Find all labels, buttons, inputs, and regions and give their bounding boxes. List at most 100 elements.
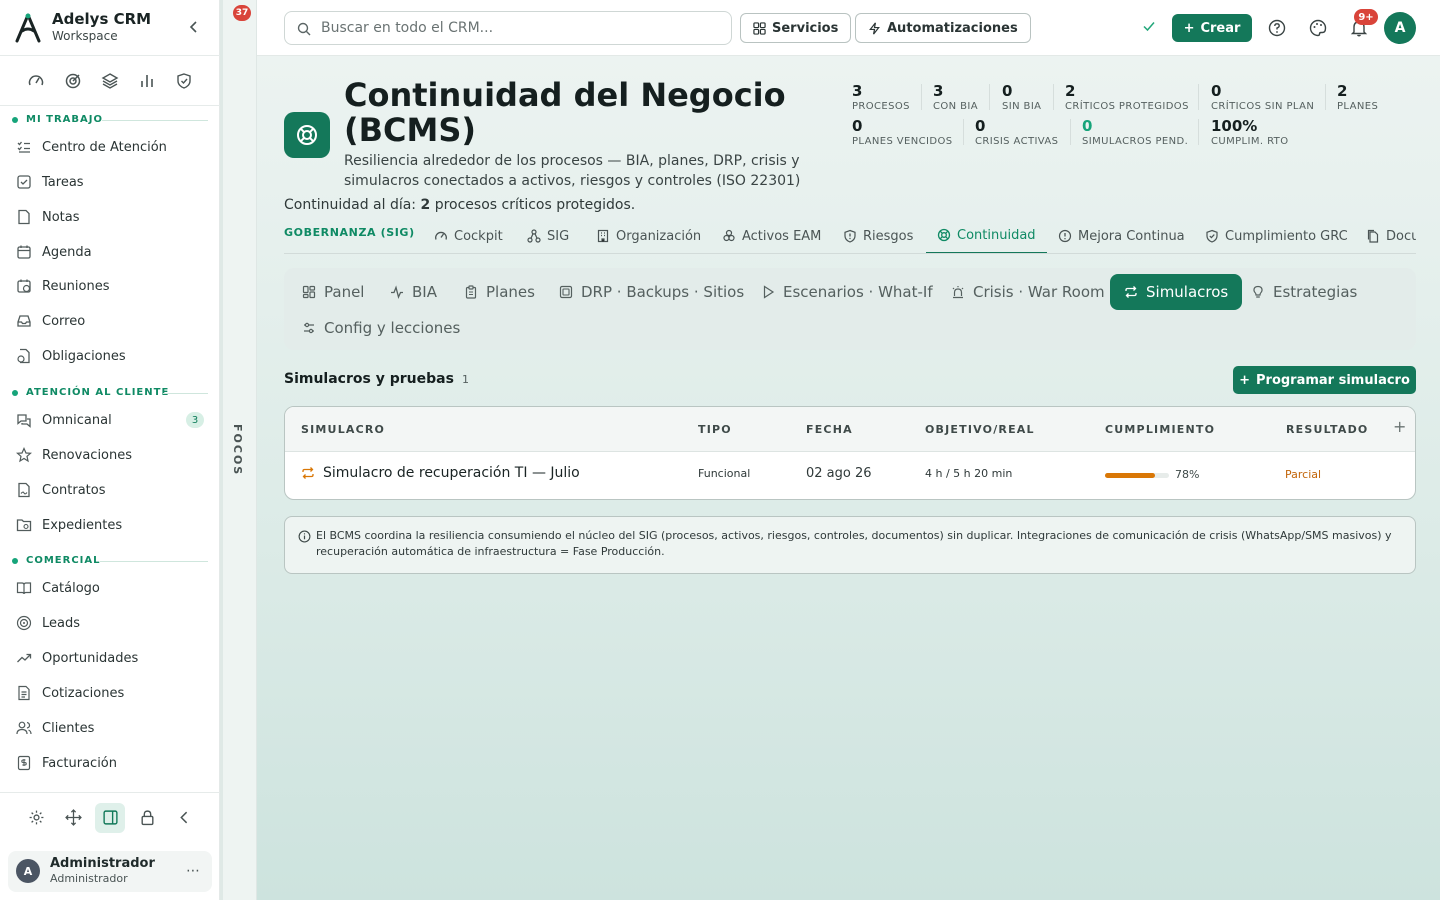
services-button[interactable]: Servicios	[740, 13, 852, 43]
sidebar-item-oportunidades[interactable]: Oportunidades	[16, 644, 208, 672]
calendar-clock-icon	[16, 278, 32, 294]
gauge-icon[interactable]	[26, 71, 46, 91]
sidebar-item-leads[interactable]: Leads	[16, 609, 208, 637]
sidebar-item-obligaciones[interactable]: Obligaciones	[16, 342, 208, 370]
tab-cockpit[interactable]: Cockpit	[434, 218, 503, 253]
avatar: A	[16, 859, 40, 883]
sidebar-item-cotizaciones[interactable]: Cotizaciones	[16, 679, 208, 707]
tab-activos-eam[interactable]: Activos EAM	[722, 218, 821, 253]
collapse-sidebar-icon[interactable]	[186, 19, 202, 35]
life-buoy-icon	[937, 228, 951, 242]
tab-mejora-continua[interactable]: Mejora Continua	[1058, 218, 1185, 253]
subtab-escenarios[interactable]: Escenarios · What-If	[747, 274, 947, 310]
tab-documentos[interactable]: Docu	[1366, 218, 1416, 253]
focos-badge: 37	[233, 5, 251, 21]
activity-icon	[390, 285, 404, 299]
table-header: SIMULACRO TIPO FECHA OBJETIVO/REAL CUMPL…	[285, 407, 1415, 452]
plus-icon: +	[1239, 372, 1250, 388]
subtab-crisis[interactable]: Crisis · War Room	[937, 274, 1119, 310]
brand-subtitle: Workspace	[52, 29, 118, 43]
subtab-panel[interactable]: Panel	[288, 274, 378, 310]
column-header[interactable]: FECHA	[806, 423, 853, 436]
section-divider	[100, 561, 208, 562]
sidebar-item-correo[interactable]: Correo	[16, 307, 208, 335]
lock-icon[interactable]	[132, 803, 162, 833]
settings-icon[interactable]	[21, 803, 51, 833]
search-input[interactable]	[321, 17, 721, 39]
sidebar-item-expedientes[interactable]: Expedientes	[16, 511, 208, 539]
panel-layout-icon[interactable]	[95, 802, 125, 833]
column-header[interactable]: TIPO	[698, 423, 732, 436]
kpi-sin-bia: 0 SIN BIA	[1002, 82, 1042, 112]
focos-rail[interactable]: 37 FOCOS	[220, 0, 257, 900]
move-icon[interactable]	[58, 803, 88, 833]
sidebar-item-agenda[interactable]: Agenda	[16, 238, 208, 266]
add-column-icon[interactable]: +	[1393, 417, 1406, 436]
subtab-planes[interactable]: Planes	[450, 274, 549, 310]
sidebar-item-tareas[interactable]: Tareas	[16, 168, 208, 196]
section-divider	[102, 120, 208, 121]
kpi-crisis-activas: 0 CRISIS ACTIVAS	[975, 117, 1059, 147]
star-icon	[16, 447, 32, 463]
sidebar-item-clientes[interactable]: Clientes	[16, 714, 208, 742]
create-button[interactable]: + Crear	[1172, 14, 1252, 42]
bar-chart-icon[interactable]	[137, 71, 157, 91]
more-options-icon[interactable]: ⋯	[186, 863, 200, 879]
tab-riesgos[interactable]: Riesgos	[843, 218, 913, 253]
grid-icon	[302, 285, 316, 299]
column-header[interactable]: RESULTADO	[1286, 423, 1368, 436]
sidebar-item-notas[interactable]: Notas	[16, 203, 208, 231]
user-name: Administrador	[50, 856, 155, 871]
tab-continuidad[interactable]: Continuidad	[926, 218, 1047, 253]
list-check-icon	[16, 139, 32, 155]
column-header[interactable]: CUMPLIMIENTO	[1105, 423, 1215, 436]
sidebar-item-centro-atencion[interactable]: Centro de Atención	[16, 133, 208, 161]
omnicanal-count-badge: 3	[186, 412, 204, 428]
sidebar-item-renovaciones[interactable]: Renovaciones	[16, 441, 208, 469]
tab-organizacion[interactable]: Organización	[596, 218, 701, 253]
sidebar-item-catalogo[interactable]: Catálogo	[16, 574, 208, 602]
adelys-logo-icon	[14, 13, 42, 43]
schedule-drill-button[interactable]: + Programar simulacro	[1233, 366, 1416, 394]
sidebar-item-omnicanal[interactable]: Omnicanal 3	[16, 406, 208, 434]
drill-name-cell[interactable]: Simulacro de recuperación TI — Julio	[301, 465, 580, 481]
column-header[interactable]: OBJETIVO/REAL	[925, 423, 1035, 436]
user-card[interactable]: A Administrador Administrador ⋯	[8, 851, 212, 892]
brand-name: Adelys CRM	[52, 10, 152, 28]
column-header[interactable]: SIMULACRO	[301, 423, 385, 436]
layers-icon[interactable]	[100, 71, 120, 91]
document-icon	[16, 685, 32, 701]
kpi-planes-vencidos: 0 PLANES VENCIDOS	[852, 117, 953, 147]
palette-icon[interactable]	[1307, 17, 1329, 39]
user-avatar[interactable]: A	[1384, 12, 1416, 44]
subtab-simulacros[interactable]: Simulacros	[1110, 274, 1243, 310]
tab-sig[interactable]: SIG	[527, 218, 569, 253]
lightning-icon	[868, 22, 881, 35]
repeat-icon	[301, 466, 315, 480]
drills-table: SIMULACRO TIPO FECHA OBJETIVO/REAL CUMPL…	[284, 406, 1416, 500]
calendar-icon	[16, 244, 32, 260]
tab-cumplimiento-grc[interactable]: Cumplimiento GRC	[1205, 218, 1348, 253]
subtab-estrategias[interactable]: Estrategias	[1237, 274, 1371, 310]
focos-label: FOCOS	[231, 424, 244, 477]
subtab-config[interactable]: Config y lecciones	[288, 310, 474, 346]
help-icon[interactable]	[1266, 17, 1288, 39]
chevron-left-icon[interactable]	[169, 803, 199, 833]
sidebar-section-atencion: ATENCIÓN AL CLIENTE	[12, 387, 169, 398]
shield-check-icon[interactable]	[174, 71, 194, 91]
sidebar-item-reuniones[interactable]: Reuniones	[16, 272, 208, 300]
section-divider	[163, 393, 208, 394]
kpi-planes: 2 PLANES	[1337, 82, 1379, 112]
sidebar-item-facturacion[interactable]: Facturación	[16, 749, 208, 777]
alert-circle-icon	[1058, 229, 1072, 243]
quick-access-bar	[0, 56, 220, 106]
automations-button[interactable]: Automatizaciones	[855, 13, 1031, 43]
target-arrow-icon[interactable]	[63, 71, 83, 91]
play-icon	[761, 285, 775, 299]
global-search[interactable]	[284, 11, 732, 45]
building-icon	[596, 229, 610, 243]
shield-check-icon	[1205, 229, 1219, 243]
subtab-bia[interactable]: BIA	[376, 274, 451, 310]
subtab-drp[interactable]: DRP · Backups · Sitios	[545, 274, 758, 310]
sidebar-item-contratos[interactable]: Contratos	[16, 476, 208, 504]
